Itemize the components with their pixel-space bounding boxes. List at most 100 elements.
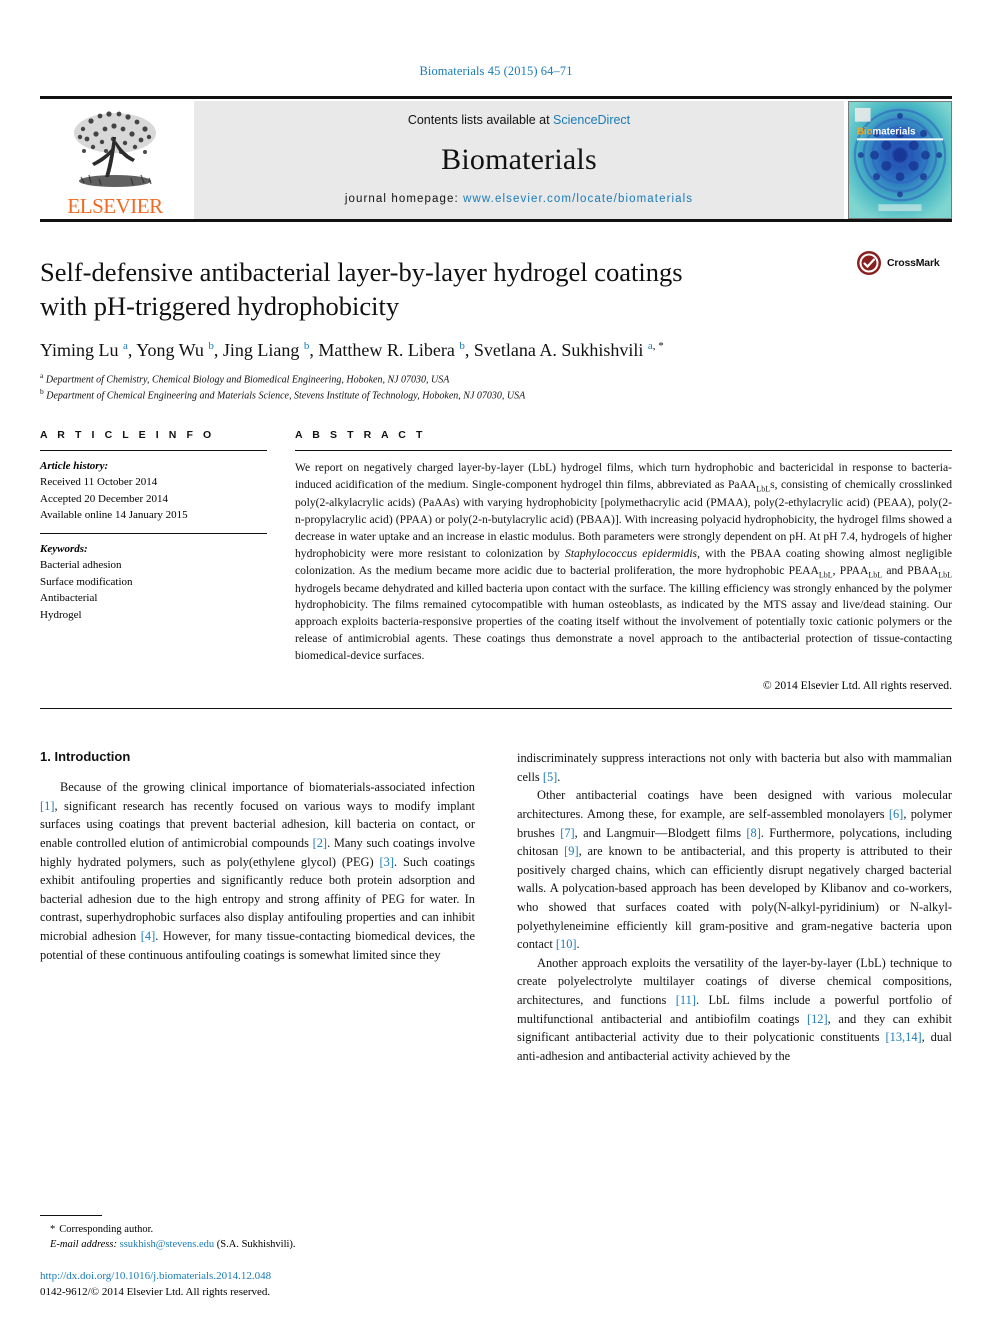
affiliation-marker: a <box>40 370 44 380</box>
citation-link[interactable]: [8] <box>746 826 760 840</box>
author-affiliation-marker: a <box>123 340 128 353</box>
author-name: Matthew R. Libera <box>318 340 460 361</box>
footnote-rule <box>40 1214 102 1216</box>
citation-link[interactable]: [10] <box>556 937 577 951</box>
elsevier-logo: ELSEVIER <box>40 101 190 219</box>
elsevier-tree-icon <box>69 107 161 195</box>
affiliation-item: a Department of Chemistry, Chemical Biol… <box>40 370 450 385</box>
email-suffix: (S.A. Sukhishvili). <box>216 1239 296 1251</box>
author-name: Svetlana A. Sukhishvili <box>473 340 648 361</box>
email-label: E-mail address: <box>50 1239 117 1251</box>
article-history-items: Received 11 October 2014 Accepted 20 Dece… <box>40 474 267 524</box>
affiliation-list: a Department of Chemistry, Chemical Biol… <box>40 371 952 403</box>
citation-link[interactable]: [13,14] <box>886 1030 922 1044</box>
citation-link[interactable]: [1] <box>40 799 54 813</box>
sciencedirect-link[interactable]: ScienceDirect <box>553 113 630 127</box>
page-title: Self-defensive antibacterial layer-by-la… <box>40 256 780 323</box>
svg-text:materials: materials <box>873 126 917 137</box>
running-head: Biomaterials 45 (2015) 64–71 <box>419 64 573 78</box>
body-paragraph: Because of the growing clinical importan… <box>40 778 475 964</box>
author-name: Yong Wu <box>136 340 209 361</box>
author-affiliation-marker: b <box>208 340 214 353</box>
journal-homepage-line: journal homepage: www.elsevier.com/locat… <box>345 193 693 205</box>
body-column-left: 1. Introduction Because of the growing c… <box>40 749 475 1065</box>
body-column-right: indiscriminately suppress interactions n… <box>517 749 952 1065</box>
citation-link[interactable]: [11] <box>676 993 696 1007</box>
journal-article-page: Biomaterials 45 (2015) 64–71 ELSEVIER Co… <box>0 0 992 1323</box>
keyword-item: Surface modification <box>40 575 133 588</box>
citation-link[interactable]: [3] <box>380 855 394 869</box>
author-affiliation-marker: b <box>459 340 465 353</box>
author-corresponding-marker: , * <box>652 340 664 353</box>
citation-link[interactable]: [12] <box>807 1012 828 1026</box>
paragraph-text-run: , are known to be antibacterial, and thi… <box>517 844 953 952</box>
abstract-text-run: and PBAA <box>882 563 939 577</box>
abstract-subscript: LbL <box>938 569 952 579</box>
info-and-abstract: A R T I C L E I N F O Article history: R… <box>40 429 952 692</box>
body-paragraph: Other antibacterial coatings have been d… <box>517 786 952 953</box>
abstract-column: A B S T R A C T We report on negatively … <box>295 429 952 692</box>
article-history-item: Received 11 October 2014 <box>40 476 158 489</box>
crossmark-label: CrossMark <box>887 257 940 269</box>
masthead-top-rule <box>40 96 952 99</box>
contents-available-line: Contents lists available at ScienceDirec… <box>408 113 630 127</box>
citation-link[interactable]: [5] <box>543 770 557 784</box>
paragraph-text-run: , and Langmuir—Blodgett films <box>574 825 747 840</box>
keywords-group: Keywords: Bacterial adhesion Surface modi… <box>40 534 267 633</box>
citation-link[interactable]: [2] <box>313 836 327 850</box>
email-note: E-mail address: ssukhish@stevens.edu (S.… <box>40 1237 470 1253</box>
article-info-column: A R T I C L E I N F O Article history: R… <box>40 429 295 692</box>
citation-link[interactable]: [7] <box>560 826 574 840</box>
abstract-subscript: LbL <box>868 569 883 579</box>
citation-link[interactable]: [9] <box>564 844 578 858</box>
article-history-label: Article history: <box>40 459 109 472</box>
paragraph-text-run: . <box>557 769 561 784</box>
abstract-text-run: , PPAA <box>832 563 869 577</box>
body-columns: 1. Introduction Because of the growing c… <box>40 749 952 1065</box>
title-block: CrossMark Self-defensive antibacterial l… <box>40 251 952 403</box>
corresponding-author-note: * Corresponding author. <box>40 1222 470 1238</box>
elsevier-wordmark: ELSEVIER <box>67 194 163 218</box>
article-info-heading: A R T I C L E I N F O <box>40 428 215 441</box>
paper-title-line2: with pH-triggered hydrophobicity <box>40 290 400 321</box>
paragraph-text-run: indiscriminately suppress interactions n… <box>517 751 952 784</box>
masthead-bottom-rule <box>40 219 952 222</box>
svg-text:Bio: Bio <box>857 126 873 137</box>
issn-copyright-line: 0142-9612/© 2014 Elsevier Ltd. All right… <box>40 1286 271 1299</box>
article-history-group: Article history: Received 11 October 201… <box>40 451 267 533</box>
keyword-item: Bacterial adhesion <box>40 559 122 572</box>
footnote-area: * Corresponding author. E-mail address: s… <box>40 1214 470 1301</box>
citation-link[interactable]: [6] <box>889 807 903 821</box>
cover-artwork: Bio materials <box>849 102 951 218</box>
author-list: Yiming Lu a, Yong Wu b, Jing Liang b, Ma… <box>40 340 664 361</box>
keyword-item: Hydrogel <box>40 608 82 621</box>
journal-cover-thumbnail: Bio materials <box>848 101 952 219</box>
doi-link[interactable]: http://dx.doi.org/10.1016/j.biomaterials… <box>40 1269 470 1285</box>
keyword-items: Bacterial adhesion Surface modification An… <box>40 557 267 623</box>
abstract-heading: A B S T R A C T <box>295 428 426 441</box>
abstract-text-run: hydrogels became dehydrated and killed b… <box>295 581 952 663</box>
masthead: ELSEVIER Contents lists available at Sci… <box>40 96 952 222</box>
section-heading-introduction: 1. Introduction <box>40 749 131 765</box>
corresponding-author-marker: * <box>50 1223 56 1235</box>
author-affiliation-marker: b <box>303 340 310 353</box>
paragraph-text-run: Other antibacterial coatings have been d… <box>517 788 952 821</box>
article-history-item: Accepted 20 December 2014 <box>40 492 168 505</box>
paragraph-text-run: Because of the growing clinical importan… <box>60 780 475 795</box>
abstract-text: We report on negatively charged layer-by… <box>295 451 952 665</box>
citation-link[interactable]: [4] <box>141 929 155 943</box>
paragraph-text-run: . <box>576 937 580 952</box>
contents-prefix: Contents lists available at <box>407 113 554 127</box>
abstract-bottom-rule <box>40 708 952 710</box>
affiliation-item: b Department of Chemical Engineering and… <box>40 386 526 402</box>
journal-homepage-link[interactable]: www.elsevier.com/locate/biomaterials <box>463 193 693 205</box>
abstract-species-name: Staphylococcus epidermidis <box>565 546 698 560</box>
crossmark-badge[interactable]: CrossMark <box>856 250 952 276</box>
body-paragraph: indiscriminately suppress interactions n… <box>517 749 952 786</box>
copyright-line: © 2014 Elsevier Ltd. All rights reserved… <box>762 679 952 693</box>
corresponding-author-label: Corresponding author. <box>59 1223 154 1235</box>
author-name: Yiming Lu <box>40 340 124 361</box>
keywords-label: Keywords: <box>40 542 88 555</box>
intro-left-paragraphs: Because of the growing clinical importan… <box>40 778 475 964</box>
email-link[interactable]: ssukhish@stevens.edu <box>120 1239 215 1250</box>
